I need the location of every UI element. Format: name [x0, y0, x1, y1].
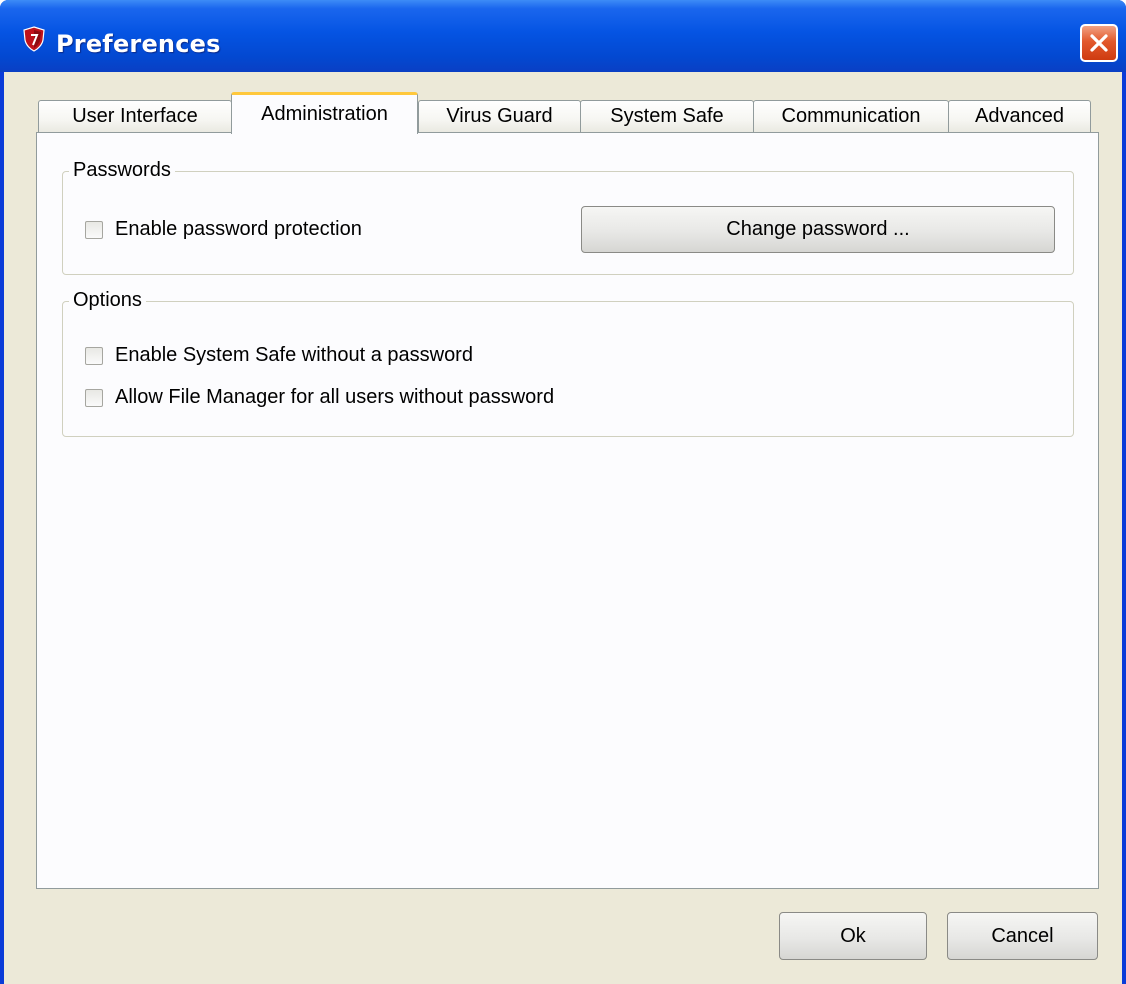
passwords-group-label: Passwords [69, 159, 175, 182]
tab-strip: User Interface Administration Virus Guar… [38, 92, 1098, 134]
allow-file-manager-checkbox[interactable] [85, 388, 103, 407]
enable-password-protection-row[interactable]: Enable password protection [85, 218, 362, 241]
window-title: Preferences [56, 30, 221, 58]
tab-advanced[interactable]: Advanced [948, 100, 1091, 133]
passwords-group: Passwords Enable password protection Cha… [62, 159, 1074, 275]
enable-password-protection-checkbox[interactable] [85, 220, 103, 239]
enable-system-safe-checkbox[interactable] [85, 346, 103, 365]
cancel-button[interactable]: Cancel [947, 912, 1098, 960]
tab-virus-guard[interactable]: Virus Guard [418, 100, 581, 133]
shield-icon [23, 26, 45, 52]
close-button[interactable] [1080, 24, 1118, 62]
title-bar[interactable]: Preferences [0, 0, 1126, 72]
tab-user-interface[interactable]: User Interface [38, 100, 232, 133]
enable-system-safe-row[interactable]: Enable System Safe without a password [85, 344, 473, 367]
enable-password-protection-label: Enable password protection [115, 218, 362, 240]
options-group: Options Enable System Safe without a pas… [62, 289, 1074, 437]
preferences-window: Preferences User Interface Administratio… [0, 0, 1126, 984]
close-icon [1090, 34, 1108, 52]
tab-communication[interactable]: Communication [753, 100, 949, 133]
tab-system-safe[interactable]: System Safe [580, 100, 754, 133]
allow-file-manager-row[interactable]: Allow File Manager for all users without… [85, 386, 554, 409]
change-password-button[interactable]: Change password ... [581, 206, 1055, 253]
ok-button[interactable]: Ok [779, 912, 927, 960]
dialog-client-area: User Interface Administration Virus Guar… [4, 72, 1122, 984]
enable-system-safe-label: Enable System Safe without a password [115, 344, 473, 366]
administration-tab-panel: Passwords Enable password protection Cha… [36, 132, 1099, 889]
tab-administration[interactable]: Administration [231, 92, 418, 134]
allow-file-manager-label: Allow File Manager for all users without… [115, 386, 555, 408]
options-group-label: Options [69, 289, 146, 312]
